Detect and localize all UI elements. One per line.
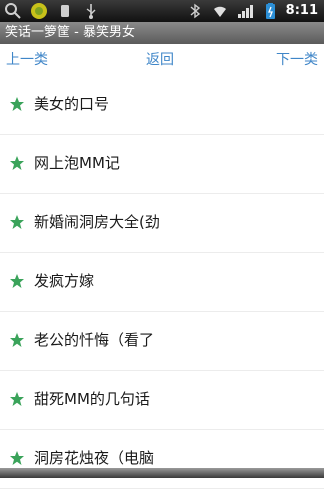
status-bar-right: 8:11 (186, 2, 318, 20)
star-icon (10, 333, 24, 347)
next-category-link[interactable]: 下一类 (276, 52, 318, 68)
prev-category-link[interactable]: 上一类 (6, 52, 48, 68)
app-notification-icon (31, 3, 47, 19)
list-item[interactable]: 网上泡MM记 (0, 135, 324, 194)
list-item-label: 发疯方嫁 (34, 272, 95, 290)
wifi-icon (213, 6, 226, 17)
search-icon (5, 3, 21, 19)
star-icon (10, 274, 24, 288)
list-item[interactable]: 老公的忏悔（看了 (0, 312, 324, 371)
list-item-label: 网上泡MM记 (34, 154, 120, 172)
back-link[interactable]: 返回 (146, 52, 174, 68)
clock-time: 8:11 (285, 3, 318, 18)
star-icon (10, 392, 24, 406)
star-icon (10, 156, 24, 170)
list-item-label: 甜死MM的几句话 (34, 390, 150, 408)
list-item[interactable]: 洞房花烛夜（电脑 (0, 430, 324, 489)
title-bar: 笑话一箩筐 - 暴笑男女 (0, 22, 324, 45)
vibrate-icon (61, 5, 69, 17)
status-bar-left (4, 2, 100, 20)
list-item-label: 新婚闹洞房大全(劲 (34, 213, 160, 231)
list-item-label: 洞房花烛夜（电脑 (34, 449, 155, 467)
bluetooth-icon (190, 3, 200, 19)
usb-icon (86, 4, 96, 19)
list-item[interactable]: 甜死MM的几句话 (0, 371, 324, 430)
signal-icon (237, 5, 253, 18)
list-item[interactable]: 美女的口号 (0, 76, 324, 135)
list-item[interactable]: 新婚闹洞房大全(劲 (0, 194, 324, 253)
star-icon (10, 97, 24, 111)
list-item-label: 老公的忏悔（看了 (34, 331, 155, 349)
star-icon (10, 215, 24, 229)
list-item-label: 美女的口号 (34, 95, 110, 113)
status-bar: 8:11 (0, 0, 324, 22)
joke-list: 美女的口号 网上泡MM记 新婚闹洞房大全(劲 发疯方嫁 老公的忏悔（看了 甜死M… (0, 76, 324, 489)
list-item[interactable]: 发疯方嫁 (0, 253, 324, 312)
window-title: 笑话一箩筐 - 暴笑男女 (5, 25, 135, 40)
bottom-shadow-bar (0, 468, 324, 478)
star-icon (10, 451, 24, 465)
battery-icon (265, 3, 275, 19)
category-nav: 上一类 返回 下一类 (0, 44, 324, 76)
